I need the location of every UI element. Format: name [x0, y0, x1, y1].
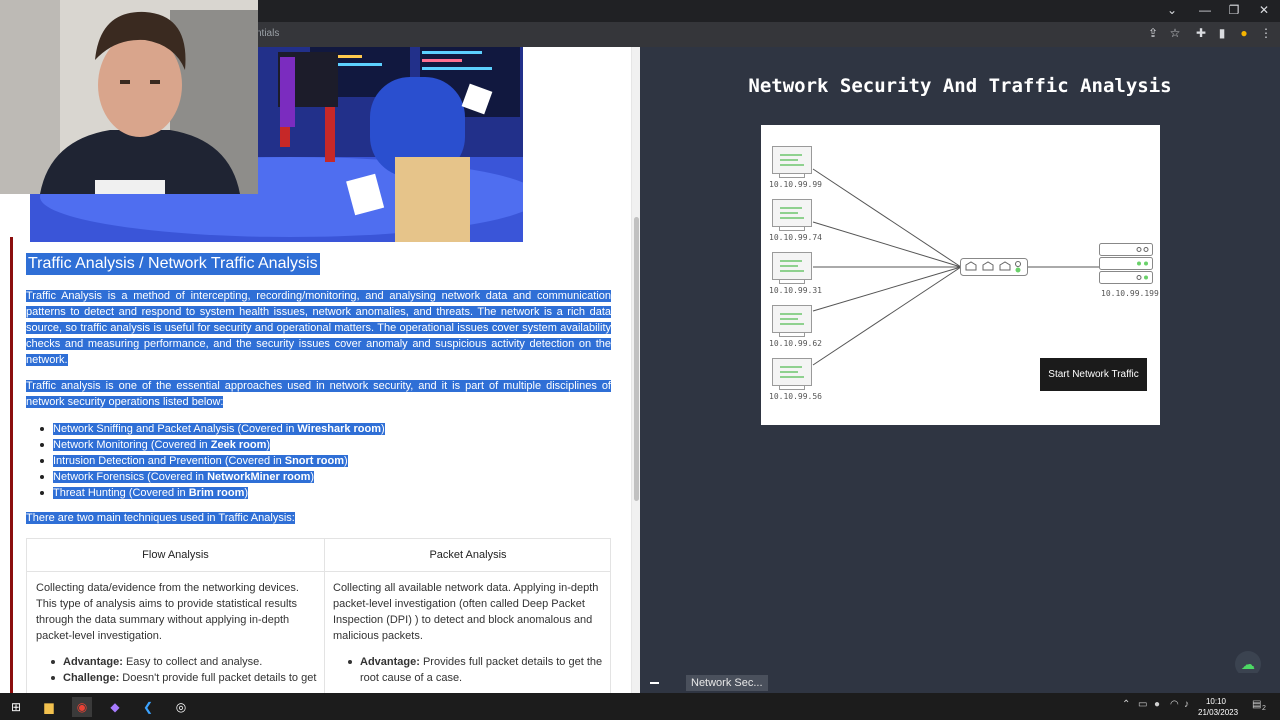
disciplines-paragraph-text: Traffic analysis is one of the essential…: [26, 380, 611, 408]
minimize-panel-icon[interactable]: [650, 682, 659, 684]
disciplines-list: Network Sniffing and Packet Analysis (Co…: [40, 421, 453, 501]
intro-paragraph-text: Traffic Analysis is a method of intercep…: [26, 290, 611, 366]
list-item: Network Forensics (Covered in NetworkMin…: [40, 469, 453, 485]
article-title: Traffic Analysis / Network Traffic Analy…: [26, 253, 320, 275]
list-item-text: Network Forensics (Covered in: [53, 471, 208, 483]
list-item-end: ): [266, 439, 271, 451]
table-header-packet: Packet Analysis: [325, 539, 611, 572]
list-item-text: Network Sniffing and Packet Analysis (Co…: [53, 423, 298, 435]
advantage-text: Easy to collect and analyse.: [122, 656, 263, 668]
network-icon[interactable]: ▭: [1138, 699, 1147, 710]
clock-time: 10:10: [1205, 697, 1227, 706]
server-icon[interactable]: [1099, 243, 1155, 285]
list-item-end: ): [310, 471, 315, 483]
minimize-icon[interactable]: —: [1193, 3, 1217, 17]
chevron-down-icon[interactable]: ⌄: [1160, 3, 1184, 17]
start-network-traffic-button[interactable]: Start Network Traffic: [1040, 358, 1147, 391]
host-ip: 10.10.99.31: [769, 286, 822, 295]
list-item-text: Threat Hunting (Covered in: [53, 487, 189, 499]
monitor-icon: [772, 358, 812, 386]
address-bar-text[interactable]: ntials: [256, 28, 279, 39]
notification-count: 2: [1262, 705, 1266, 712]
tab-network-security[interactable]: Network Sec...: [686, 675, 768, 691]
wifi-icon[interactable]: ◠: [1170, 699, 1179, 710]
intro-paragraph: Traffic Analysis is a method of intercep…: [26, 288, 611, 368]
room-link[interactable]: Snort room: [284, 455, 345, 467]
table-header-flow: Flow Analysis: [27, 539, 324, 572]
techniques-table: Flow Analysis Packet Analysis Collecting…: [26, 538, 611, 693]
profile-icon[interactable]: ●: [1234, 26, 1254, 40]
chrome-icon[interactable]: ◉: [72, 697, 92, 717]
techniques-intro: There are two main techniques used in Tr…: [26, 512, 295, 524]
column-divider: [324, 539, 325, 693]
sidepanel-icon[interactable]: ▮: [1212, 26, 1232, 40]
flow-pros-cons: Advantage: Easy to collect and analyse. …: [51, 654, 323, 686]
host-ip: 10.10.99.74: [769, 233, 822, 242]
packet-pros-cons: Advantage: Provides full packet details …: [348, 654, 605, 686]
list-item: Advantage: Easy to collect and analyse.: [51, 654, 323, 670]
simulation-tab-bar: Network Sec...: [640, 673, 1280, 693]
monitor-icon: [772, 252, 812, 280]
room-link[interactable]: NetworkMiner room: [207, 471, 311, 483]
host-ip: 10.10.99.99: [769, 180, 822, 189]
network-diagram: 10.10.99.99 10.10.99.74 10.10.99.31 10.1…: [761, 125, 1160, 425]
visual-studio-icon[interactable]: ◆: [105, 697, 125, 717]
left-accent-bar: [10, 237, 13, 693]
list-item-text: Network Monitoring (Covered in: [53, 439, 211, 451]
list-item: Challenge: Doesn't provide full packet d…: [51, 670, 323, 686]
switch-icon[interactable]: [960, 258, 1028, 276]
menu-icon[interactable]: ⋮: [1256, 26, 1276, 40]
challenge-text: Doesn't provide full packet details to g…: [119, 672, 317, 684]
disciplines-paragraph: Traffic analysis is one of the essential…: [26, 378, 611, 410]
taskbar-clock[interactable]: 10:10 21/03/2023: [1198, 696, 1239, 718]
share-icon[interactable]: ⇪: [1143, 26, 1163, 40]
packet-description: Collecting all available network data. A…: [333, 582, 599, 642]
vscode-icon[interactable]: ❮: [138, 697, 158, 717]
star-icon[interactable]: ☆: [1165, 26, 1185, 40]
list-item: Intrusion Detection and Prevention (Cove…: [40, 453, 453, 469]
windows-start-icon[interactable]: ⊞: [6, 697, 26, 717]
room-link[interactable]: Brim room: [188, 487, 245, 499]
room-link[interactable]: Zeek room: [210, 439, 267, 451]
advantage-label: Advantage:: [63, 656, 123, 668]
monitor-icon: [772, 305, 812, 333]
list-item: Advantage: Provides full packet details …: [348, 654, 605, 686]
advantage-label: Advantage:: [360, 656, 420, 668]
challenge-label: Challenge:: [63, 672, 120, 684]
list-item-end: ): [244, 487, 249, 499]
microphone-icon[interactable]: ●: [1154, 699, 1160, 710]
list-item: Threat Hunting (Covered in Brim room): [40, 485, 453, 501]
list-item: Network Sniffing and Packet Analysis (Co…: [40, 421, 453, 437]
tray-chevron-icon[interactable]: ⌃: [1122, 699, 1130, 710]
simulation-pane: Network Security And Traffic Analysis 10…: [640, 47, 1280, 693]
obs-icon[interactable]: ◎: [171, 697, 191, 717]
clock-date: 21/03/2023: [1198, 708, 1239, 717]
extensions-icon[interactable]: ✚: [1191, 26, 1211, 40]
server-ip: 10.10.99.199: [1101, 289, 1159, 298]
windows-taskbar: ⊞ ▆ ◉ ◆ ❮ ◎ ⌃ ▭ ● ◠ ♪ 10:10 21/03/2023 ▤…: [0, 693, 1280, 720]
restore-icon[interactable]: ❐: [1222, 3, 1246, 17]
scrollbar-thumb[interactable]: [634, 217, 639, 501]
file-explorer-icon[interactable]: ▆: [39, 697, 59, 717]
room-link[interactable]: Wireshark room: [297, 423, 382, 435]
monitor-icon: [772, 199, 812, 227]
list-item-end: ): [344, 455, 348, 467]
notifications-icon[interactable]: ▤: [1252, 699, 1261, 710]
monitor-icon: [772, 146, 812, 174]
flow-description: Collecting data/evidence from the networ…: [36, 582, 299, 642]
list-item-text: Intrusion Detection and Prevention (Cove…: [53, 455, 285, 467]
list-item: Network Monitoring (Covered in Zeek room…: [40, 437, 453, 453]
host-ip: 10.10.99.62: [769, 339, 822, 348]
simulation-title: Network Security And Traffic Analysis: [748, 75, 1172, 97]
volume-icon[interactable]: ♪: [1184, 699, 1189, 710]
close-icon[interactable]: ✕: [1252, 3, 1276, 17]
host-ip: 10.10.99.56: [769, 392, 822, 401]
webcam-overlay: [0, 0, 258, 194]
list-item-end: ): [381, 423, 385, 435]
